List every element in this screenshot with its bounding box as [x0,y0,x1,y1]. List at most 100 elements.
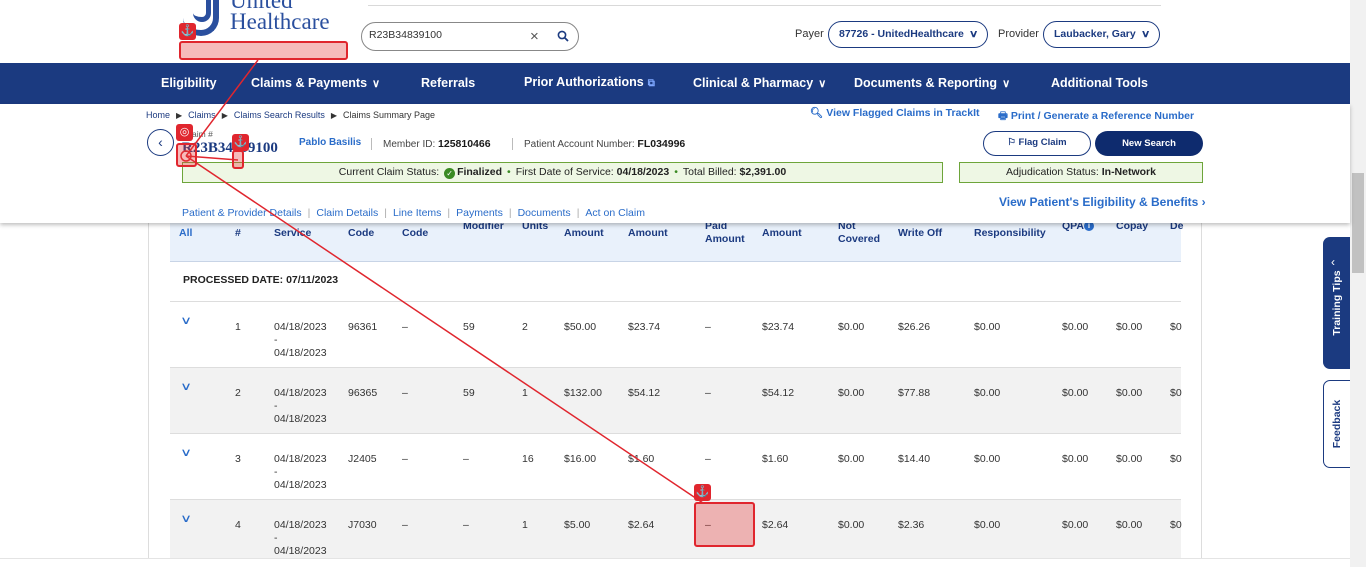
search-icon[interactable] [557,30,569,42]
cell-line: 3 [235,453,241,465]
tab-claim-details[interactable]: Claim Details [316,207,378,219]
th-not-covered: Not Covered [838,220,881,245]
th-allowed-amount: Amount [762,227,802,239]
claim-search-input[interactable] [369,29,519,41]
tab-documents[interactable]: Documents [518,207,571,219]
chevron-down-icon[interactable]: ∨ [180,512,192,525]
cell-amount2: $1.60 [628,453,655,465]
nav-prior-authorizations[interactable]: Prior Authorizations ⧉ [524,75,655,89]
clear-search-icon[interactable]: × [530,28,539,45]
service-from: 04/18/2023 [274,519,327,531]
chevron-down-icon[interactable]: ∨ [180,380,192,393]
cell-de: $0 [1170,321,1182,333]
cell-modifier: – [463,519,469,531]
cell-paid: – [705,453,711,465]
uhc-logo-icon-inner [193,0,211,22]
breadcrumb-home[interactable]: Home [146,110,170,120]
th-code2: Code [402,227,429,239]
flag-link-label: View Flagged Claims in TrackIt [826,107,980,119]
anchor-icon: ⚓ [694,484,711,501]
table-row: ∨ 2 04/18/2023-04/18/2023 96365 – 59 1 $… [170,368,1182,434]
patient-account: Patient Account Number: FL034996 [524,138,685,150]
billed-value: $2,391.00 [739,166,787,178]
printer-icon: 🖶 [998,110,1011,122]
breadcrumb-search-results[interactable]: Claims Search Results [234,110,325,120]
logo-line2: Healthcare [230,9,330,34]
cell-qpa: $0.00 [1062,519,1089,531]
claim-section-tabs: Patient & Provider Details | Claim Details… [182,207,645,219]
chevron-down-icon: ∨ [372,78,381,90]
chevron-down-icon[interactable]: ∨ [180,314,192,327]
training-tips-tab[interactable]: ‹ Training Tips [1323,237,1350,369]
cell-qpa: $0.00 [1062,453,1089,465]
claim-summary-panel: Home ▶ Claims ▶ Claims Search Results ▶ Claims… [0,104,1350,223]
cell-amount2: $2.64 [628,519,655,531]
member-id: Member ID: 125810466 [383,138,491,150]
th-code: Code [348,227,375,239]
service-dash: - [274,334,278,346]
nav-clinical-pharmacy[interactable]: Clinical & Pharmacy ∨ [693,76,826,90]
cell-paid: – [705,321,711,333]
flag-claim-button[interactable]: ⚐ Flag Claim [983,131,1091,156]
th-write-off: Write Off [898,227,943,239]
chevron-down-icon[interactable]: ∨ [180,446,192,459]
print-reference-link[interactable]: 🖶 Print / Generate a Reference Number [998,108,1194,126]
status-value: Finalized [457,166,502,178]
tab-act-on-claim[interactable]: Act on Claim [585,207,645,219]
nav-label: Clinical & Pharmacy [693,76,814,90]
breadcrumb-arrow-icon: ▶ [176,111,183,120]
cell-write-off: $14.40 [898,453,931,465]
cell-responsibility: $0.00 [974,519,1001,531]
divider [512,138,513,150]
nav-claims-payments[interactable]: Claims & Payments ∨ [251,76,380,90]
nav-label: Additional Tools [1051,76,1148,90]
payer-value: 87726 - UnitedHealthcare [839,28,964,40]
provider-select[interactable]: Laubacker, Gary ∨ [1043,21,1161,48]
payer-select[interactable]: 87726 - UnitedHealthcare ∨ [828,21,989,48]
new-search-button[interactable]: New Search [1095,131,1203,156]
flag-icon: ⚐ [1007,137,1019,148]
cell-units: 16 [522,453,534,465]
scrollbar-thumb[interactable] [1352,173,1364,273]
cell-code: 96361 [348,321,378,333]
tab-separator: | [576,207,580,219]
back-button[interactable]: ‹ [147,129,174,156]
external-link-icon: ⧉ [647,78,655,89]
patient-name-link[interactable]: Pablo Basilis [299,137,361,148]
cell-code: 96365 [348,387,378,399]
adjudication-status-bar: Adjudication Status: In-Network [959,162,1203,183]
service-dash: - [274,400,278,412]
cell-copay: $0.00 [1116,387,1143,399]
nav-label: Referrals [421,76,476,90]
cell-modifier: – [463,453,469,465]
breadcrumb-arrow-icon: ▶ [221,111,228,120]
nav-referrals[interactable]: Referrals [421,76,475,90]
feedback-tab[interactable]: Feedback [1323,380,1350,468]
expand-all-link[interactable]: All [179,227,192,240]
view-flagged-claims-link[interactable]: 🔍︎ View Flagged Claims in TrackIt [810,106,980,119]
nav-eligibility[interactable]: Eligibility [161,76,217,90]
nav-documents-reporting[interactable]: Documents & Reporting ∨ [854,76,1010,90]
cell-code2: – [402,453,408,465]
tab-payments[interactable]: Payments [456,207,503,219]
payer-label: Payer [795,28,824,40]
cell-responsibility: $0.00 [974,387,1001,399]
page-scrollbar[interactable] [1350,0,1366,567]
cell-not-covered: $0.00 [838,453,865,465]
divider [371,138,372,150]
annotation-highlight [694,502,755,547]
billed-label: Total Billed: [682,166,737,178]
breadcrumb-claims[interactable]: Claims [188,110,216,120]
tab-separator: | [384,207,387,219]
tab-line-items[interactable]: Line Items [393,207,441,219]
cell-service-date: 04/18/2023-04/18/2023 [274,387,327,426]
annotation-highlight [179,41,348,60]
view-eligibility-link[interactable]: View Patient's Eligibility & Benefits › [999,195,1206,209]
main-nav: Eligibility Claims & Payments ∨ Referrals… [0,63,1366,104]
cell-copay: $0.00 [1116,321,1143,333]
tab-patient-provider[interactable]: Patient & Provider Details [182,207,302,219]
nav-label: Claims & Payments [251,76,368,90]
nav-additional-tools[interactable]: Additional Tools [1051,76,1148,90]
th-paid-amount: Paid Amount [705,220,745,245]
uhc-logo-text[interactable]: United Healthcare [230,0,330,34]
